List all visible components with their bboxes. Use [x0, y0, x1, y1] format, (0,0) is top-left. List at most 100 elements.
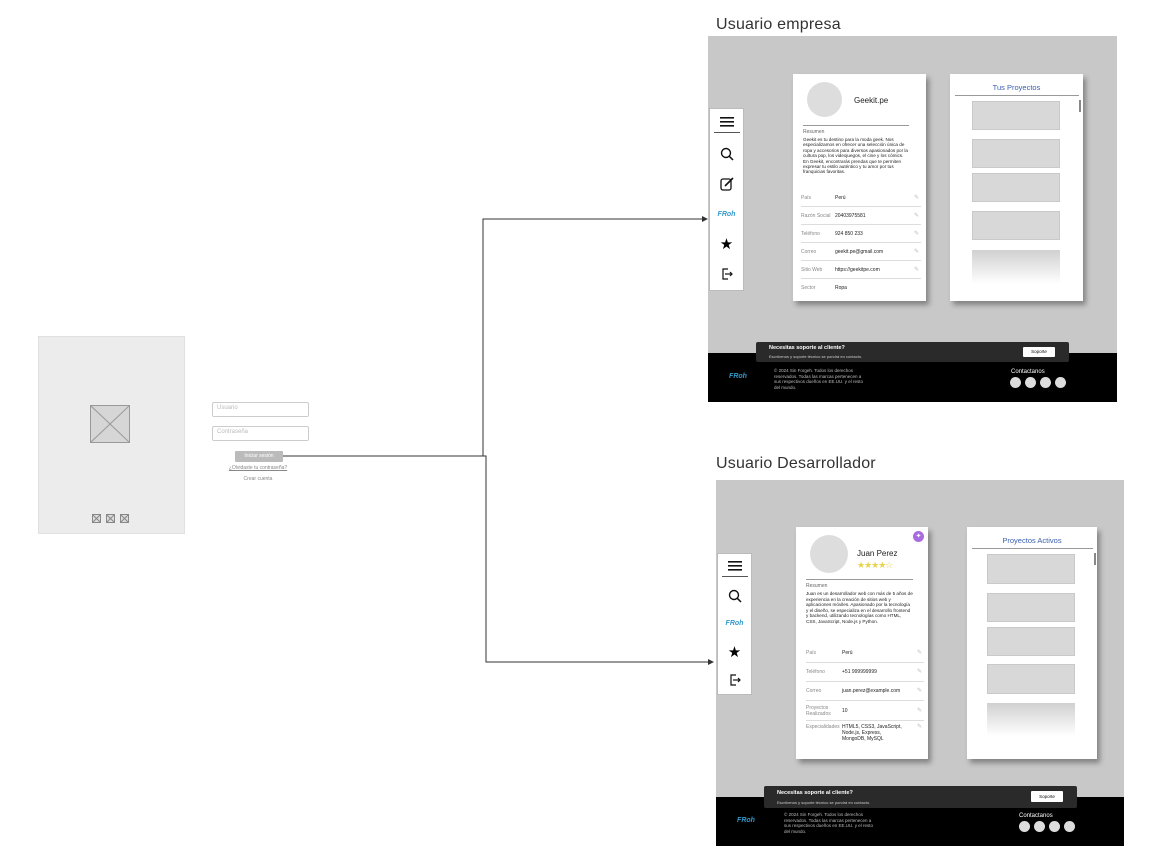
project-item[interactable]	[972, 173, 1060, 202]
social-icon[interactable]	[1064, 821, 1075, 832]
app-logo[interactable]: FRoh	[726, 615, 744, 631]
field-value: +51 999999999	[842, 669, 877, 675]
edit-icon[interactable]	[718, 175, 736, 193]
avatar[interactable]	[810, 535, 848, 573]
edit-pencil-icon[interactable]: ✎	[914, 249, 919, 255]
field-value: Perú	[842, 650, 853, 656]
field-key: Proyectos Realizados	[806, 704, 831, 717]
summary-label: Resumen	[803, 129, 825, 135]
project-item[interactable]	[972, 250, 1060, 284]
field-row: Razón Social 20403975581 ✎	[801, 207, 921, 225]
empresa-screen: FRoh ★ Geekit.pe Resumen Geekit es tu de…	[708, 36, 1117, 402]
project-item[interactable]	[972, 101, 1060, 130]
field-value: Ropa	[835, 285, 847, 291]
field-key: Sector	[801, 285, 816, 291]
star-icon[interactable]: ★	[726, 643, 744, 661]
projects-title: Tus Proyectos	[992, 83, 1041, 92]
edit-pencil-icon[interactable]: ✎	[917, 708, 922, 714]
field-value: juan.perez@example.com	[842, 688, 901, 694]
edit-pencil-icon[interactable]: ✎	[917, 724, 922, 730]
project-item[interactable]	[987, 664, 1075, 694]
edit-pencil-icon[interactable]: ✎	[914, 213, 919, 219]
social-icon[interactable]	[1049, 821, 1060, 832]
social-icon[interactable]	[1010, 377, 1021, 388]
social-icon[interactable]	[1025, 377, 1036, 388]
edit-pencil-icon[interactable]: ✎	[917, 688, 922, 694]
footer-copyright: © 2024 Sin Forgeh. Todos los derechos re…	[784, 812, 874, 834]
project-item[interactable]	[972, 139, 1060, 168]
field-key: Sitio Web	[801, 266, 823, 273]
support-banner: Necesitas soporte al cliente? Escríbenos…	[764, 786, 1077, 808]
app-logo[interactable]: FRoh	[718, 205, 736, 223]
social-icon[interactable]	[1055, 377, 1066, 388]
projects-card: Proyectos Activos	[967, 527, 1097, 759]
field-row: País Perú ✎	[801, 189, 921, 207]
footer-logo[interactable]: FRoh	[726, 373, 750, 380]
support-banner: Necesitas soporte al cliente? Escríbenos…	[756, 342, 1069, 362]
social-icons	[1019, 821, 1075, 832]
field-row: País Perú ✎	[806, 644, 924, 663]
menu-icon[interactable]	[721, 560, 748, 577]
connector-to-desarrollador	[283, 455, 714, 665]
social-icon[interactable]	[1034, 821, 1045, 832]
avatar[interactable]	[807, 82, 842, 117]
contact-label: Contactanos	[1019, 813, 1053, 819]
edit-pencil-icon[interactable]: ✎	[914, 267, 919, 273]
field-row: Sector Ropa	[801, 279, 921, 297]
scrollbar[interactable]	[1079, 100, 1081, 112]
logout-icon[interactable]	[718, 265, 736, 283]
project-item[interactable]	[987, 593, 1075, 622]
field-row: Sitio Web https://geekitpe.com ✎	[801, 261, 921, 279]
search-icon[interactable]	[726, 588, 744, 604]
connector-to-empresa	[283, 216, 708, 457]
field-key: Teléfono	[801, 230, 820, 237]
project-item[interactable]	[987, 703, 1075, 736]
contact-label: Contactanos	[1011, 369, 1045, 375]
edit-pencil-icon[interactable]: ✎	[917, 669, 922, 675]
sidebar: FRoh ★	[717, 553, 752, 695]
field-key: Razón Social	[801, 212, 831, 219]
project-item[interactable]	[987, 627, 1075, 656]
social-icon[interactable]	[1019, 821, 1030, 832]
company-fields: País Perú ✎ Razón Social 20403975581 ✎ Teléf…	[801, 189, 921, 297]
frame-title-desarrollador: Usuario Desarrollador	[716, 455, 876, 472]
field-value: HTML5, CSS3, JavaScript, Node.js, Expres…	[842, 724, 902, 742]
footer-logo[interactable]: FRoh	[734, 817, 758, 824]
sidebar: FRoh ★	[709, 108, 744, 291]
edit-pencil-icon[interactable]: ✎	[914, 231, 919, 237]
field-key: Teléfono	[806, 669, 825, 675]
field-value: https://geekitpe.com	[835, 266, 880, 273]
field-value: Perú	[835, 194, 846, 201]
developer-summary: Juan es un desarrollador web con más de …	[806, 591, 913, 624]
edit-pencil-icon[interactable]: ✎	[914, 195, 919, 201]
support-button[interactable]: Soporte	[1023, 347, 1055, 357]
frame-title-empresa: Usuario empresa	[716, 16, 841, 33]
field-key: Correo	[806, 688, 822, 694]
company-profile-card: Geekit.pe Resumen Geekit es tu destino p…	[793, 74, 926, 301]
projects-card: Tus Proyectos	[950, 74, 1083, 301]
field-value: 924 850 233	[835, 230, 863, 237]
social-icons	[1010, 377, 1066, 388]
scrollbar[interactable]	[1094, 553, 1096, 565]
support-title: Necesitas soporte al cliente?	[769, 345, 845, 351]
rating-stars: ★★★★☆	[857, 560, 893, 570]
logout-icon[interactable]	[726, 672, 744, 688]
field-row: Teléfono 924 850 233 ✎	[801, 225, 921, 243]
field-value: geekit.pe@gmail.com	[835, 248, 884, 255]
field-row: Proyectos Realizados 10 ✎	[806, 701, 924, 721]
project-item[interactable]	[987, 554, 1075, 584]
projects-title: Proyectos Activos	[1002, 536, 1062, 545]
support-title: Necesitas soporte al cliente?	[777, 790, 853, 796]
project-item[interactable]	[972, 211, 1060, 240]
star-icon[interactable]: ★	[718, 235, 736, 253]
social-icon[interactable]	[1040, 377, 1051, 388]
menu-icon[interactable]	[713, 115, 740, 133]
field-row: Especialidades HTML5, CSS3, JavaScript, N…	[806, 721, 924, 747]
support-button[interactable]: Soporte	[1031, 791, 1063, 802]
search-icon[interactable]	[718, 145, 736, 163]
field-value: 10	[842, 707, 848, 714]
field-key: País	[801, 194, 812, 201]
edit-pencil-icon[interactable]: ✎	[917, 650, 922, 656]
field-row: Correo juan.perez@example.com ✎	[806, 682, 924, 701]
developer-screen: FRoh ★ ✦ Juan Perez ★★★★☆ Resumen Juan e…	[716, 480, 1124, 846]
